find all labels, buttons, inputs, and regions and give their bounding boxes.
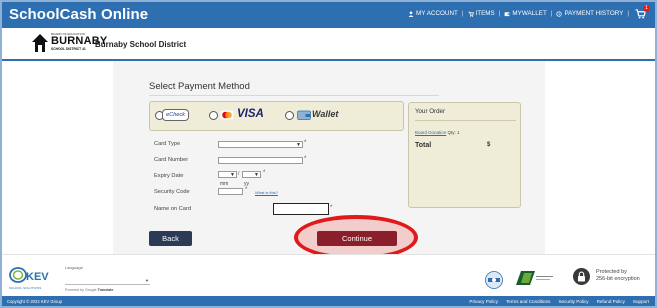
district-header: BOARD OF EDUCATION BURNABY SCHOOL DISTRI…	[2, 28, 655, 61]
wallet-icon	[505, 11, 510, 16]
required-mark: *	[304, 156, 307, 162]
chevron-down-icon: ▼	[145, 278, 149, 283]
top-bar: SchoolCash Online MY ACCOUNT | ITEMS | M…	[2, 2, 655, 28]
district-name: Burnaby School District	[95, 40, 187, 49]
nav-items[interactable]: ITEMS	[468, 10, 495, 17]
cart-count-badge: 1	[643, 5, 650, 12]
footer: KEV SCHOOL SOLUTIONS Language ▼ Powered …	[2, 254, 655, 296]
footer-link-support[interactable]: Support	[633, 299, 649, 304]
required-mark: *	[304, 140, 307, 146]
district-logo-mark-icon	[32, 34, 48, 52]
whats-this-link[interactable]: What is this?	[255, 190, 278, 195]
required-mark: *	[245, 187, 248, 193]
nav-payment-history-label: PAYMENT HISTORY	[564, 10, 624, 17]
card-number-input[interactable]	[218, 157, 303, 164]
kev-subtitle: SCHOOL SOLUTIONS	[9, 286, 42, 290]
expiry-month-value: mm	[220, 181, 229, 187]
chevron-down-icon: ▼	[254, 172, 259, 178]
logo-sub-text: SCHOOL DISTRICT 41	[51, 47, 86, 51]
name-on-card-label: Name on Card	[154, 206, 191, 212]
lock-badge	[573, 268, 590, 285]
heading-divider	[149, 95, 439, 96]
wallet-label: Wallet	[312, 109, 339, 119]
nav-my-account[interactable]: MY ACCOUNT	[408, 10, 458, 17]
expiry-label: Expiry Date	[154, 173, 184, 179]
order-total-label: Total	[415, 142, 432, 149]
expiry-year-select[interactable]: yy ▼	[242, 171, 261, 187]
footer-link-refund[interactable]: Refund Policy	[597, 299, 625, 304]
bottom-bar: Copyright © 2022 KEV Group Privacy Polic…	[2, 296, 655, 306]
radio-wallet[interactable]	[285, 111, 294, 120]
echeck-label: eCheck	[166, 112, 185, 118]
order-summary: Your Order Board Donation Qty: 1 Total $	[408, 102, 521, 208]
clock-icon	[556, 10, 563, 17]
pci-compliance-icon	[516, 271, 553, 285]
kev-logo[interactable]: KEV	[9, 263, 49, 287]
nav-separator: |	[550, 10, 553, 17]
copyright: Copyright © 2022 KEV Group	[7, 299, 62, 304]
required-mark: *	[330, 205, 333, 211]
back-button[interactable]: Back	[149, 231, 192, 246]
continue-button[interactable]: Continue	[317, 231, 397, 246]
order-item-qty: Qty: 1	[447, 130, 460, 135]
powered-by-text: Powered by	[65, 288, 84, 292]
nav-payment-history[interactable]: PAYMENT HISTORY	[556, 10, 623, 17]
expiry-month-select[interactable]: mm ▼	[218, 171, 237, 187]
user-icon	[408, 10, 414, 17]
order-item: Board Donation Qty: 1	[415, 130, 460, 135]
lock-icon	[578, 271, 585, 282]
svg-text:KEV: KEV	[26, 271, 49, 283]
google-text: Google	[84, 288, 97, 292]
visa-logo: VISA	[237, 108, 264, 120]
top-nav: MY ACCOUNT | ITEMS | MYWALLET | PAYMENT …	[408, 10, 633, 17]
language-select[interactable]	[65, 284, 150, 285]
wallet-icon	[297, 110, 311, 120]
nav-items-label: ITEMS	[475, 10, 495, 17]
language-label: Language	[65, 265, 83, 270]
page-title: Select Payment Method	[149, 81, 250, 92]
footer-link-security[interactable]: Security Policy	[558, 299, 588, 304]
nav-mywallet[interactable]: MYWALLET	[504, 10, 547, 17]
security-seal-icon	[485, 271, 503, 289]
translate-text: Translate	[97, 288, 114, 292]
encryption-line-2: 256-bit encryption	[596, 276, 640, 282]
security-code-label: Security Code	[154, 189, 190, 195]
footer-link-privacy[interactable]: Privacy Policy	[469, 299, 498, 304]
echeck-logo[interactable]: eCheck	[162, 109, 189, 121]
footer-links: Privacy Policy Terms and Conditions Secu…	[469, 299, 649, 304]
nav-mywallet-label: MYWALLET	[512, 10, 547, 17]
nav-separator: |	[498, 10, 501, 17]
google-translate-credit[interactable]: Powered by Google Translate	[65, 288, 113, 292]
payment-methods: eCheck VISA Wallet	[149, 101, 404, 131]
card-type-select[interactable]: ▼	[218, 141, 303, 148]
radio-card[interactable]	[209, 111, 218, 120]
security-code-input[interactable]	[218, 188, 243, 195]
order-item-link[interactable]: Board Donation	[415, 130, 446, 135]
app-title[interactable]: SchoolCash Online	[9, 6, 148, 23]
nav-my-account-label: MY ACCOUNT	[416, 10, 458, 17]
wallet-logo[interactable]: Wallet	[297, 109, 342, 121]
name-on-card-input[interactable]	[273, 203, 329, 215]
required-mark: *	[263, 170, 266, 176]
nav-separator: |	[627, 10, 629, 17]
card-type-label: Card Type	[154, 141, 181, 147]
encryption-notice: Protected by 256-bit encryption	[596, 269, 655, 283]
chevron-down-icon: ▼	[230, 172, 235, 178]
order-divider	[415, 120, 516, 121]
expiry-separator: /	[238, 171, 240, 177]
cart-icon	[468, 11, 474, 17]
chevron-down-icon: ▼	[296, 142, 301, 148]
main-panel: Select Payment Method eCheck VISA Wallet	[113, 61, 545, 260]
order-title: Your Order	[415, 108, 446, 115]
page-frame: SchoolCash Online MY ACCOUNT | ITEMS | M…	[0, 0, 657, 308]
order-total-currency: $	[487, 142, 491, 148]
footer-link-terms[interactable]: Terms and Conditions	[506, 299, 550, 304]
mastercard-icon	[220, 110, 234, 120]
encryption-line-1: Protected by	[596, 269, 627, 275]
nav-separator: |	[461, 10, 464, 17]
card-number-label: Card Number	[154, 157, 189, 163]
